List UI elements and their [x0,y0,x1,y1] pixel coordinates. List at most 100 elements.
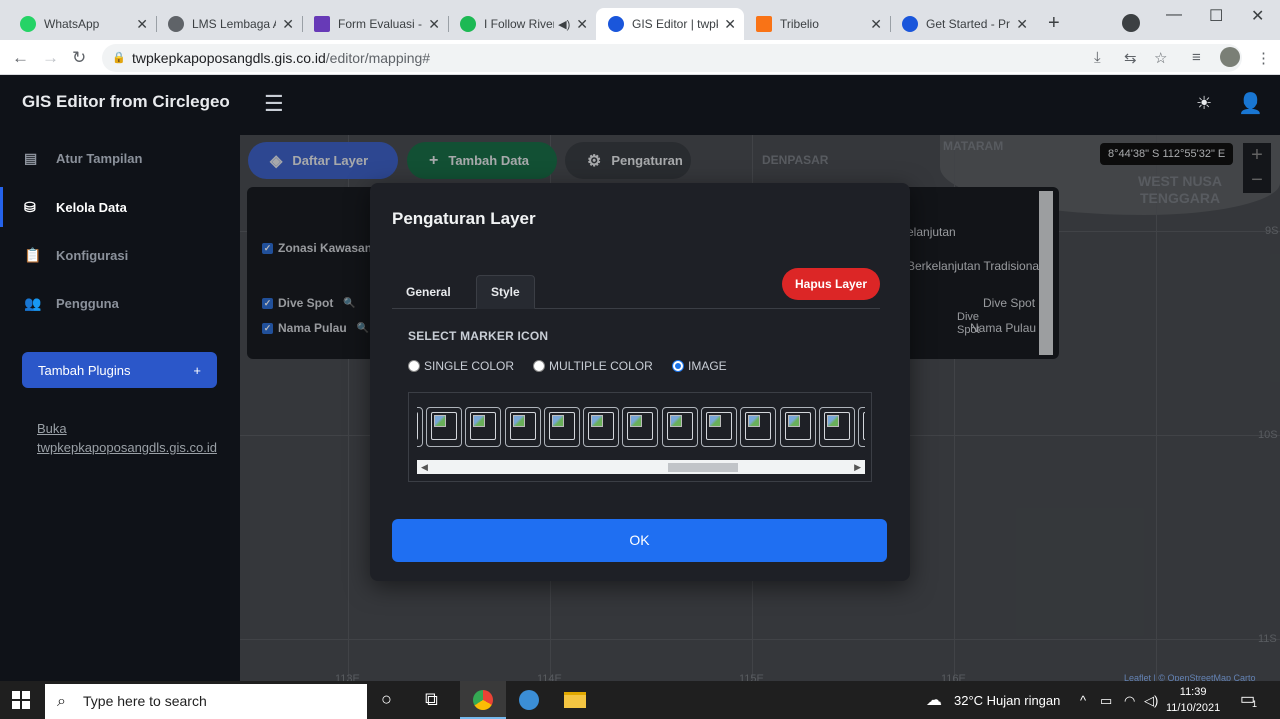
radio-single-color[interactable]: SINGLE COLOR [408,359,514,373]
sidebar-item-konfigurasi[interactable]: 📋 Konfigurasi [0,235,240,275]
broken-image-icon [824,412,850,440]
broken-image-icon [588,412,614,440]
volume-icon[interactable]: ◁) [1144,693,1158,709]
marker-icon-option[interactable] [583,407,619,447]
profile-dropdown-icon[interactable] [1122,14,1140,32]
tab-gis-editor[interactable]: GIS Editor | twpke ✕ [596,8,744,40]
layout-icon: ▤ [24,149,38,166]
close-icon[interactable]: ✕ [576,16,588,33]
scrollbar-thumb[interactable] [668,463,738,472]
close-icon[interactable]: ✕ [282,16,294,33]
cortana-icon[interactable]: ○ [381,689,392,710]
horizontal-scrollbar[interactable]: ◀ ▶ [417,460,865,474]
tab-form-evaluasi[interactable]: Form Evaluasi - G ✕ [302,8,448,40]
close-icon[interactable]: ✕ [870,16,882,33]
tab-get-started[interactable]: Get Started - Pro ✕ [890,8,1036,40]
taskbar-search-input[interactable]: ⌕ Type here to search [45,684,367,719]
marker-icon-option[interactable] [622,407,658,447]
radio-image[interactable]: IMAGE [672,359,727,373]
media-icon[interactable]: ≡ [1192,49,1201,66]
windows-start-icon[interactable] [12,691,30,709]
tab-title: GIS Editor | twpke [632,17,718,31]
marker-icon-option[interactable] [740,407,776,447]
maximize-button[interactable]: ☐ [1209,6,1223,26]
battery-icon[interactable]: ▭ [1100,693,1112,709]
close-window-button[interactable]: ✕ [1251,6,1264,26]
url-field[interactable]: 🔒 twpkepkapoposangdls.gis.co.id/editor/m… [102,44,1242,72]
user-icon[interactable]: 👤 [1238,91,1263,116]
close-icon[interactable]: ✕ [428,16,440,33]
star-icon[interactable]: ☆ [1154,49,1167,67]
broken-image-icon [667,412,693,440]
sidebar-item-atur-tampilan[interactable]: ▤ Atur Tampilan [0,138,240,178]
forms-icon [314,16,330,32]
marker-icon-option[interactable] [426,407,462,447]
back-arrow-icon[interactable]: ← [12,48,29,68]
browser-tab-bar: WhatsApp ✕ LMS Lembaga Ad ✕ Form Evaluas… [0,0,1280,44]
app-header: GIS Editor from Circlegeo ☰ ☀ 👤 [0,75,1280,135]
gis-icon [902,16,918,32]
marker-icon-option[interactable] [780,407,816,447]
scroll-left-arrow-icon[interactable]: ◀ [421,460,428,474]
sidebar-item-label: Pengguna [56,295,119,311]
sun-icon[interactable]: ☀ [1196,93,1212,114]
taskbar-file-explorer[interactable] [552,681,598,719]
marker-icon-option[interactable] [465,407,501,447]
wifi-icon[interactable]: ◠ [1124,693,1135,709]
sidebar-item-pengguna[interactable]: 👥 Pengguna [0,283,240,323]
sidebar-item-kelola-data[interactable]: ⛁ Kelola Data [0,187,240,227]
tab-general[interactable]: General [392,275,465,309]
menu-dots-icon[interactable]: ⋮ [1256,49,1271,67]
avatar[interactable] [1220,47,1240,67]
tab-whatsapp[interactable]: WhatsApp ✕ [8,8,156,40]
database-icon: ⛁ [24,198,36,215]
clock-time: 11:39 [1179,686,1207,698]
minimize-button[interactable]: — [1166,6,1182,24]
chevron-up-icon[interactable]: ^ [1080,693,1086,708]
sidebar-item-label: Konfigurasi [56,247,129,263]
close-icon[interactable]: ✕ [1016,16,1028,33]
taskbar-chrome[interactable] [460,681,506,719]
scroll-right-arrow-icon[interactable]: ▶ [854,460,861,474]
marker-icon-option[interactable] [505,407,541,447]
sidebar: ▤ Atur Tampilan ⛁ Kelola Data 📋 Konfigur… [0,135,240,681]
open-site-link[interactable]: Buka twpkepkapoposangdls.gis.co.id [37,419,217,457]
reload-icon[interactable]: ↻ [72,48,86,68]
broken-image-icon [863,412,865,440]
ok-button[interactable]: OK [392,519,887,562]
marker-icon-option[interactable] [858,407,865,447]
install-icon[interactable]: ⤓ [1094,49,1101,66]
radio-icon [533,360,545,372]
close-icon[interactable]: ✕ [136,16,148,33]
broken-image-icon [745,412,771,440]
speaker-icon[interactable]: ◀) [558,18,570,31]
add-plugins-button[interactable]: Tambah Plugins + [22,352,217,388]
marker-icon-option[interactable] [701,407,737,447]
forward-arrow-icon[interactable]: → [42,48,59,68]
marker-icon-option[interactable] [417,407,423,447]
new-tab-button[interactable]: + [1048,12,1060,35]
task-view-icon[interactable]: ⧉ [425,689,438,710]
radio-multiple-color[interactable]: MULTIPLE COLOR [533,359,653,373]
broken-image-icon [417,412,418,440]
marker-icon-option[interactable] [544,407,580,447]
tab-style[interactable]: Style [476,275,535,309]
translate-icon[interactable]: ⇆ [1124,49,1137,67]
marker-icon-row [417,407,865,447]
taskbar-maps-app[interactable] [506,681,552,719]
tab-lms[interactable]: LMS Lembaga Ad ✕ [156,8,302,40]
hamburger-menu-icon[interactable]: ☰ [264,91,284,117]
close-icon[interactable]: ✕ [724,16,736,33]
tab-title: Form Evaluasi - G [338,17,423,31]
weather-text[interactable]: 32°C Hujan ringan [954,693,1060,708]
tab-title: Get Started - Pro [926,17,1011,31]
taskbar-clock[interactable]: 11:39 11/10/2021 [1166,684,1220,716]
plugins-label: Tambah Plugins [38,362,131,378]
clipboard-icon: 📋 [24,246,42,263]
tab-tribelio[interactable]: Tribelio ✕ [744,8,890,40]
marker-icon-option[interactable] [662,407,698,447]
tab-spotify[interactable]: I Follow River ◀) ✕ [448,8,596,40]
url-host: twpkepkapoposangdls.gis.co.id [132,50,326,66]
delete-layer-button[interactable]: Hapus Layer [782,268,880,300]
marker-icon-option[interactable] [819,407,855,447]
